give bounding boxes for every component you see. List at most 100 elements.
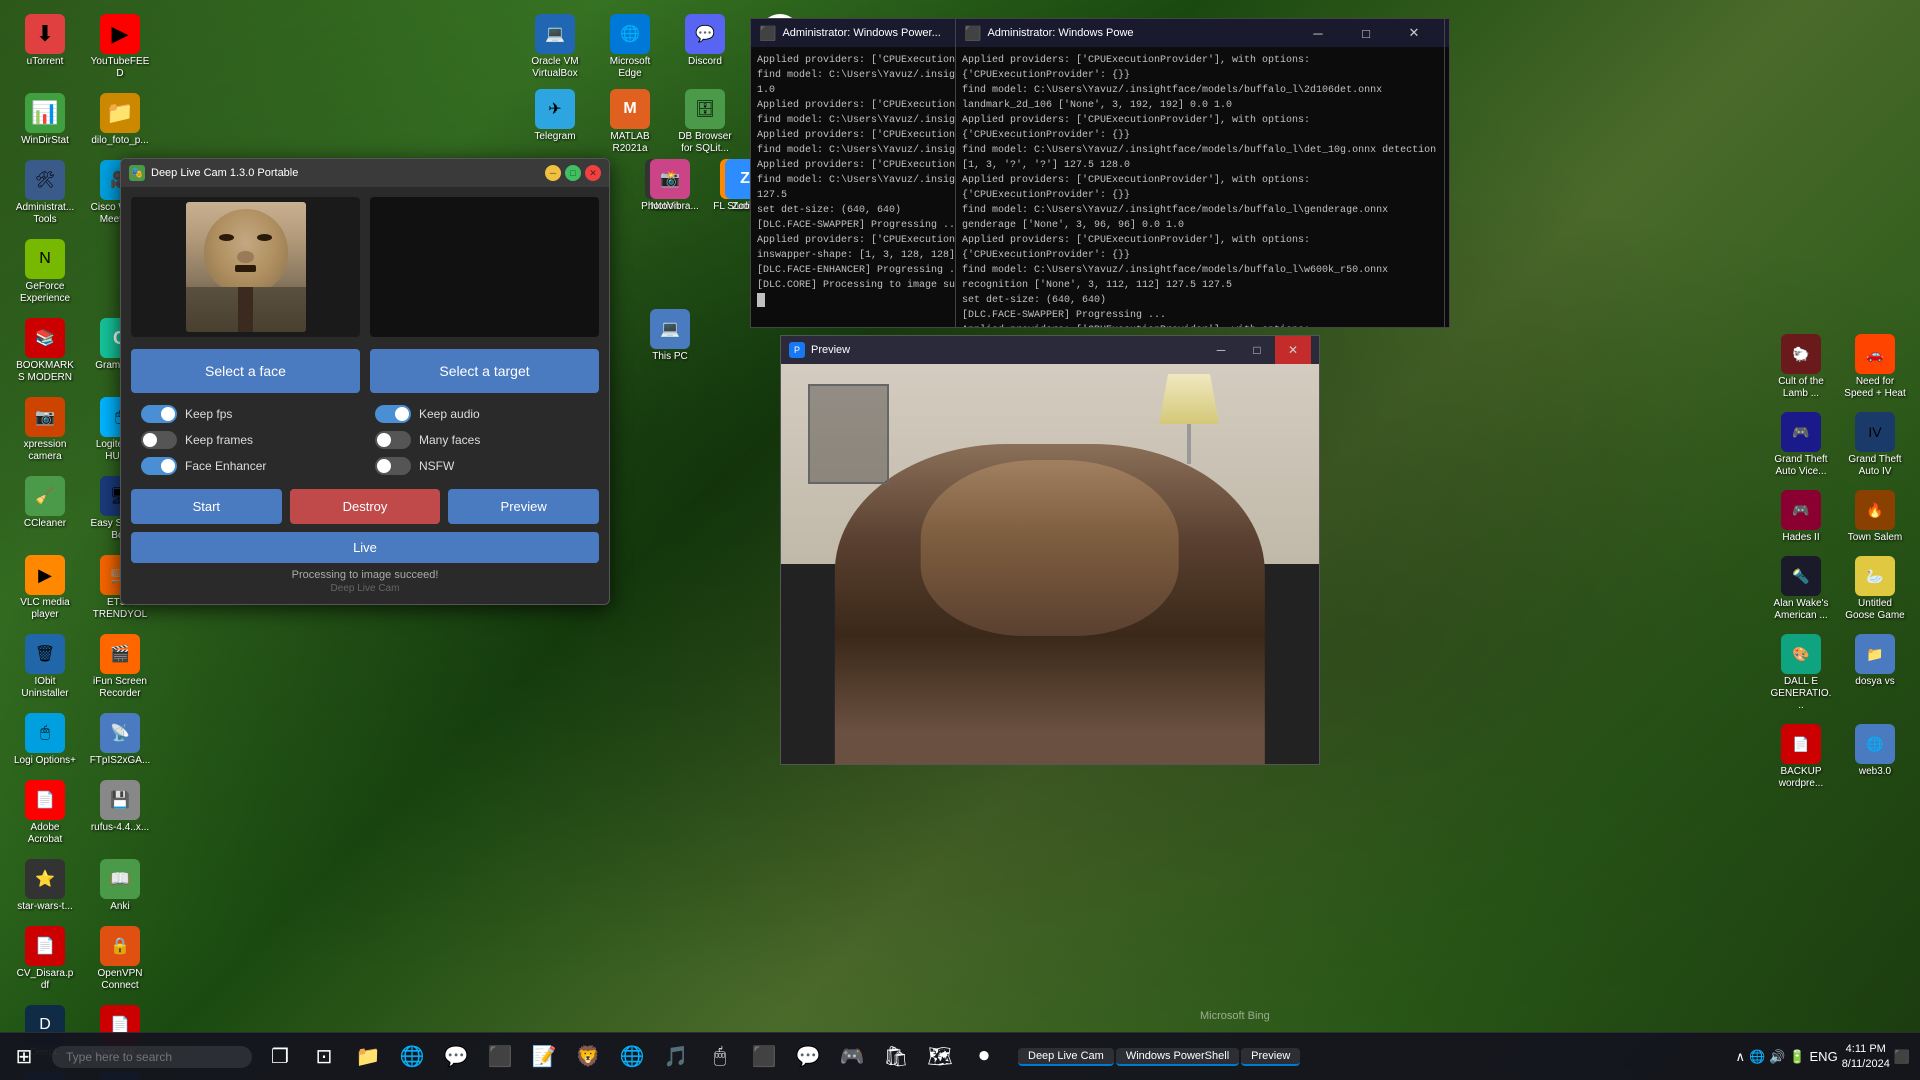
taskbar-running: Deep Live Cam Windows PowerShell Preview — [1018, 1048, 1300, 1066]
ps-close-2[interactable]: ✕ — [1392, 19, 1436, 47]
taskbar-brave[interactable]: 🦁 — [568, 1037, 608, 1077]
dlc-maximize[interactable]: □ — [565, 165, 581, 181]
tray-battery[interactable]: 🔋 — [1789, 1049, 1805, 1065]
icon-bookmarks[interactable]: 📚 BOOKMARKS MODERN — [10, 314, 80, 388]
running-preview[interactable]: Preview — [1241, 1048, 1300, 1066]
mid-top-icons2: ✈ Telegram M MATLAB R2021a 🗄 DB Browser … — [520, 85, 740, 159]
taskbar-obs[interactable]: ⏺ — [964, 1037, 1004, 1077]
taskbar-steam[interactable]: 🎮 — [832, 1037, 872, 1077]
taskbar-ps[interactable]: ⬛ — [480, 1037, 520, 1077]
icon-adobe[interactable]: 📄 Adobe Acrobat — [10, 776, 80, 850]
dlc-minimize[interactable]: ─ — [545, 165, 561, 181]
icon-geforce[interactable]: N GeForce Experience — [10, 235, 80, 309]
icon-windirstat[interactable]: 📊 WinDirStat — [10, 89, 80, 151]
taskbar-store[interactable]: 🛍 — [876, 1037, 916, 1077]
taskbar-notepad[interactable]: 📝 — [524, 1037, 564, 1077]
ps-body-2: Applied providers: ['CPUExecutionProvide… — [956, 47, 1444, 327]
taskbar-edge[interactable]: 🌐 — [392, 1037, 432, 1077]
toggle-keep-frames[interactable] — [141, 431, 177, 449]
icon-utorent[interactable]: ⬇ uTorrent — [10, 10, 80, 84]
running-dlc[interactable]: Deep Live Cam — [1018, 1048, 1114, 1066]
icon-town-salem[interactable]: 🔥 Town Salem — [1840, 486, 1910, 548]
icon-oracle-vm[interactable]: 💻 Oracle VM VirtualBox — [520, 10, 590, 84]
taskbar-task-view[interactable]: ❐ — [260, 1037, 300, 1077]
toggle-nsfw[interactable] — [375, 457, 411, 475]
taskbar-discord[interactable]: 💬 — [788, 1037, 828, 1077]
option-keep-frames: Keep frames — [141, 431, 355, 449]
icon-discord[interactable]: 💬 Discord — [670, 10, 740, 84]
icon-gta-iv[interactable]: IV Grand Theft Auto IV — [1840, 408, 1910, 482]
icon-gta-vice[interactable]: 🎮 Grand Theft Auto Vice... — [1766, 408, 1836, 482]
toggle-many-faces[interactable] — [375, 431, 411, 449]
start-button[interactable]: Start — [131, 489, 282, 524]
toggle-keep-fps[interactable] — [141, 405, 177, 423]
taskbar-file-explorer[interactable]: 📁 — [348, 1037, 388, 1077]
preview-min[interactable]: ─ — [1203, 336, 1239, 364]
icon-dall-e[interactable]: 🎨 DALL E GENERATIO... — [1766, 630, 1836, 716]
destroy-button[interactable]: Destroy — [290, 489, 441, 524]
preview-titlebar: P Preview ─ □ ✕ — [781, 336, 1319, 364]
icon-web3[interactable]: 🌐 web3.0 — [1840, 720, 1910, 794]
icon-vlc[interactable]: ▶ VLC media player — [10, 551, 80, 625]
icon-logi-options[interactable]: 🖱 Logi Options+ — [10, 709, 80, 771]
icon-hades2[interactable]: 🎮 Hades II — [1766, 486, 1836, 548]
taskbar-logi[interactable]: 🖱 — [700, 1037, 740, 1077]
icon-xpression[interactable]: 📷 xpression camera — [10, 393, 80, 467]
preview-button[interactable]: Preview — [448, 489, 599, 524]
icon-db-browser[interactable]: 🗄 DB Browser for SQLit... — [670, 85, 740, 159]
preview-max[interactable]: □ — [1239, 336, 1275, 364]
preview-close[interactable]: ✕ — [1275, 336, 1311, 364]
icon-telegram[interactable]: ✈ Telegram — [520, 85, 590, 159]
icon-cult-lamb[interactable]: 🐑 Cult of the Lamb ... — [1766, 330, 1836, 404]
running-ps1[interactable]: Windows PowerShell — [1116, 1048, 1239, 1066]
tray-chevron[interactable]: ∧ — [1735, 1049, 1745, 1065]
preview-window: P Preview ─ □ ✕ — [780, 335, 1320, 765]
icon-iobit[interactable]: 🗑 IObit Uninstaller — [10, 630, 80, 704]
dlc-window-controls: ─ □ ✕ — [545, 165, 601, 181]
taskbar-chrome[interactable]: 🌐 — [612, 1037, 652, 1077]
taskbar-clock[interactable]: 4:11 PM 8/11/2024 — [1842, 1042, 1890, 1071]
icon-need-speed[interactable]: 🚗 Need for Speed + Heat — [1840, 330, 1910, 404]
icon-ms-edge[interactable]: 🌐 Microsoft Edge — [595, 10, 665, 84]
start-button-taskbar[interactable]: ⊞ — [0, 1033, 48, 1080]
taskbar-search[interactable] — [52, 1046, 252, 1068]
ps-min-2[interactable]: ─ — [1296, 19, 1340, 47]
icon-ifun[interactable]: 🎬 iFun Screen Recorder — [85, 630, 155, 704]
icon-rufus[interactable]: 💾 rufus-4.4..x... — [85, 776, 155, 850]
icon-dilo-foto[interactable]: 📁 dilo_foto_p... — [85, 89, 155, 151]
ps-max-2[interactable]: □ — [1344, 19, 1388, 47]
icon-ftpis[interactable]: 📡 FTpIS2xGA... — [85, 709, 155, 771]
select-target-button[interactable]: Select a target — [370, 349, 599, 393]
toggle-face-enhancer[interactable] — [141, 457, 177, 475]
icon-goose-game[interactable]: 🦢 Untitled Goose Game — [1840, 552, 1910, 626]
select-face-button[interactable]: Select a face — [131, 349, 360, 393]
toggle-keep-audio[interactable] — [375, 405, 411, 423]
taskbar-maps[interactable]: 🗺 — [920, 1037, 960, 1077]
icon-this-pc[interactable]: 💻 This PC — [635, 305, 705, 367]
tray-lang[interactable]: ENG — [1810, 1049, 1838, 1065]
taskbar-whatsapp[interactable]: 💬 — [436, 1037, 476, 1077]
icon-youtubefeeed[interactable]: ▶ YouTubeFEED — [85, 10, 155, 84]
mustache — [235, 265, 255, 272]
dlc-close[interactable]: ✕ — [585, 165, 601, 181]
icon-photovibra[interactable]: 📸 PhotoVibra... — [635, 155, 705, 217]
icon-openvpn[interactable]: 🔒 OpenVPN Connect — [85, 922, 155, 996]
icon-starwars[interactable]: ⭐ star-wars-t... — [10, 855, 80, 917]
ps-line: Applied providers: ['CPUExecutionProvide… — [962, 233, 1438, 263]
icon-anki[interactable]: 📖 Anki — [85, 855, 155, 917]
live-button[interactable]: Live — [131, 532, 599, 563]
icon-backup-wp[interactable]: 📄 BACKUP wordpre... — [1766, 720, 1836, 794]
tray-notification[interactable]: ⬛ — [1894, 1049, 1910, 1065]
icon-alan-wake[interactable]: 🔦 Alan Wake's American ... — [1766, 552, 1836, 626]
icon-admin-tools[interactable]: 🛠 Administrat... Tools — [10, 156, 80, 230]
icon-ccleaner[interactable]: 🧹 CCleaner — [10, 472, 80, 546]
taskbar-spotify[interactable]: 🎵 — [656, 1037, 696, 1077]
icon-cv-disara[interactable]: 📄 CV_Disara.pdf — [10, 922, 80, 996]
tray-network[interactable]: 🌐 — [1749, 1049, 1765, 1065]
option-nsfw: NSFW — [375, 457, 589, 475]
icon-matlab[interactable]: M MATLAB R2021a — [595, 85, 665, 159]
icon-dosya-vs[interactable]: 📁 dosya vs — [1840, 630, 1910, 716]
taskbar-widgets[interactable]: ⊡ — [304, 1037, 344, 1077]
taskbar-terminal[interactable]: ⬛ — [744, 1037, 784, 1077]
tray-volume[interactable]: 🔊 — [1769, 1049, 1785, 1065]
